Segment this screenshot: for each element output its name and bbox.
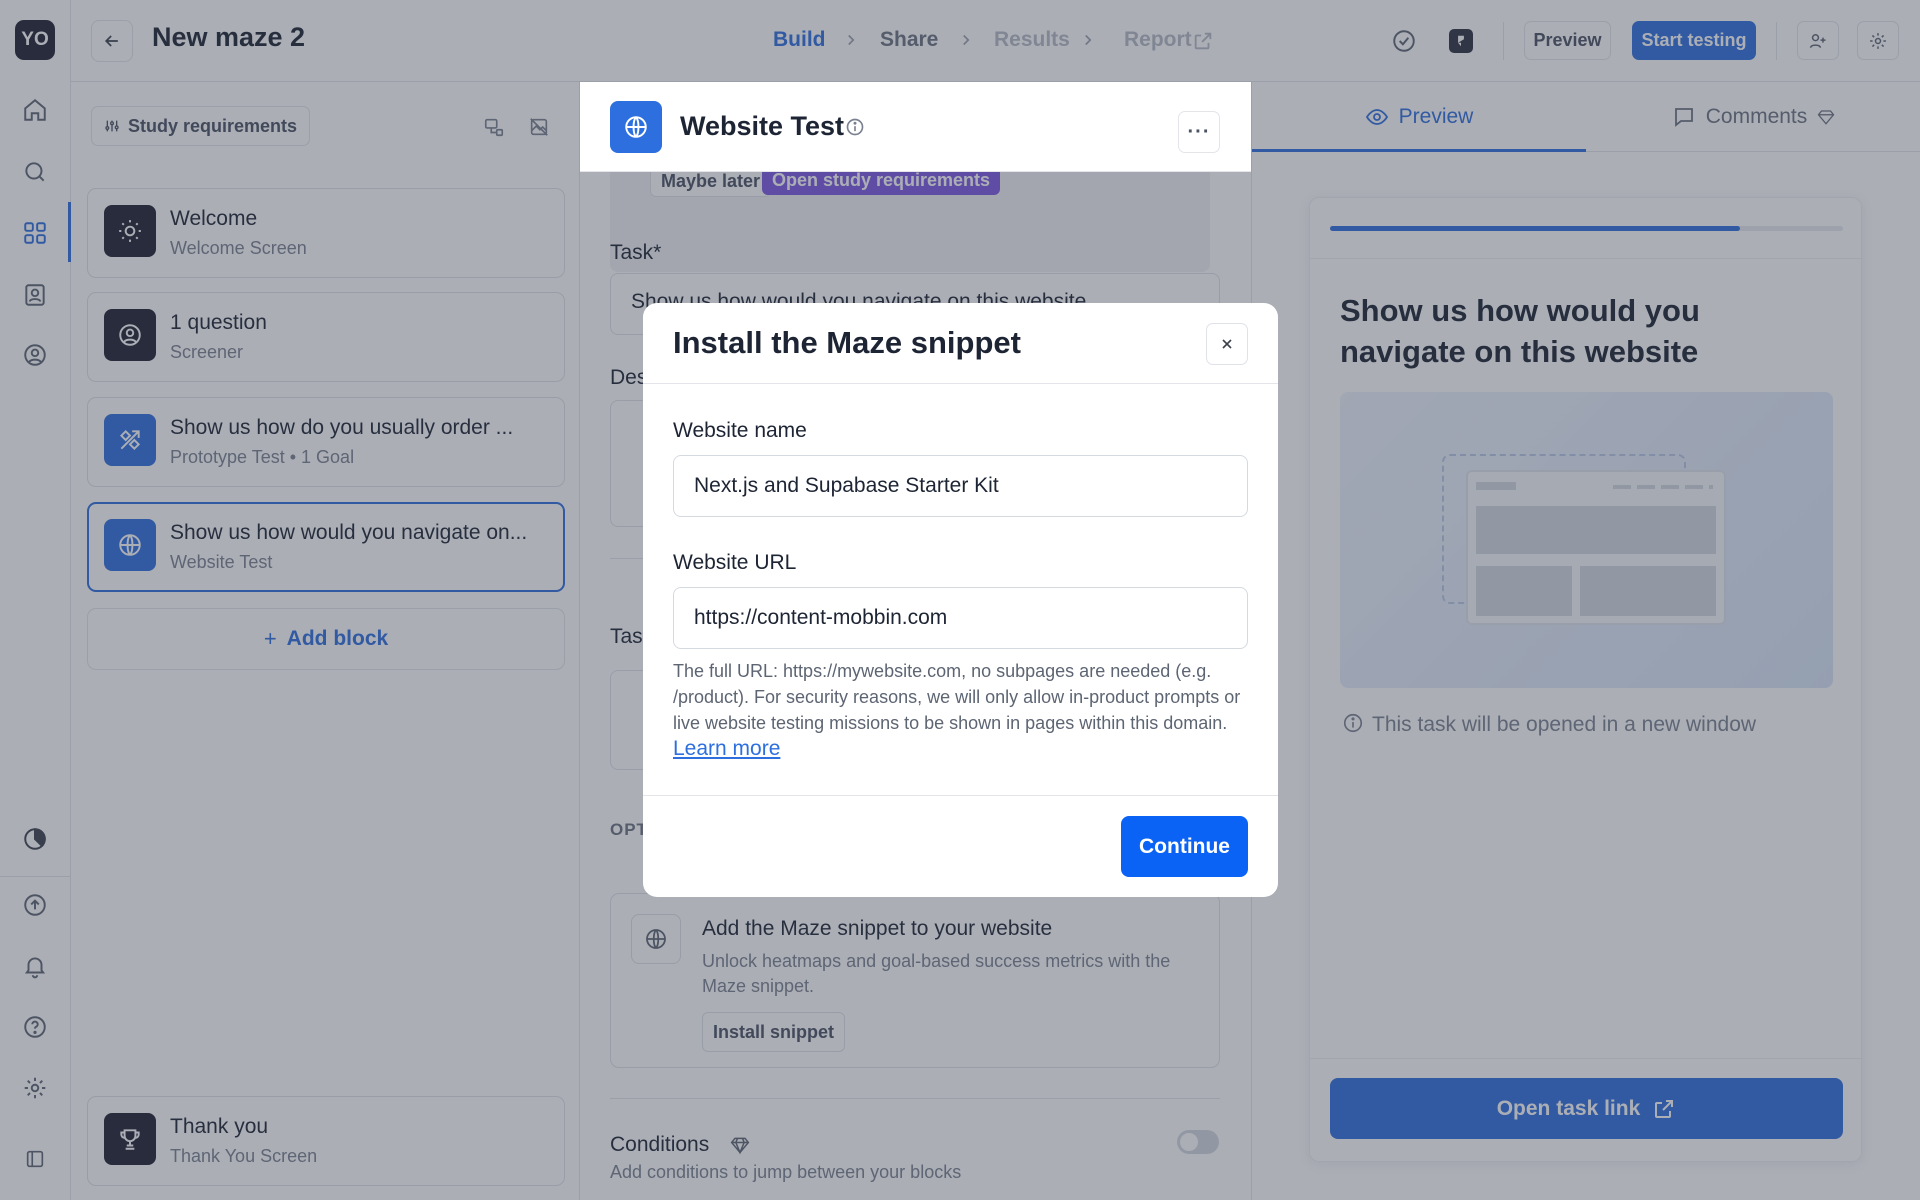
close-icon (1222, 339, 1232, 349)
close-button[interactable] (1206, 323, 1248, 365)
website-url-input[interactable] (673, 587, 1248, 649)
modal-title: Install the Maze snippet (673, 325, 1021, 360)
editor-block-title: Website Test (680, 111, 845, 141)
website-name-input[interactable] (673, 455, 1248, 517)
website-url-label: Website URL (673, 551, 797, 574)
more-options-button[interactable]: ··· (1178, 111, 1220, 153)
editor-header: Website Test ··· (580, 82, 1251, 172)
continue-button[interactable]: Continue (1121, 816, 1248, 877)
globe-icon (610, 101, 662, 153)
url-help-text: The full URL: https://mywebsite.com, no … (673, 658, 1253, 762)
website-name-label: Website name (673, 419, 807, 442)
install-snippet-modal: Install the Maze snippet Website name We… (643, 303, 1278, 897)
info-icon[interactable] (845, 117, 865, 137)
divider (643, 383, 1278, 384)
help-text: The full URL: https://mywebsite.com, no … (673, 661, 1241, 733)
divider (643, 795, 1278, 796)
learn-more-link[interactable]: Learn more (673, 737, 780, 760)
